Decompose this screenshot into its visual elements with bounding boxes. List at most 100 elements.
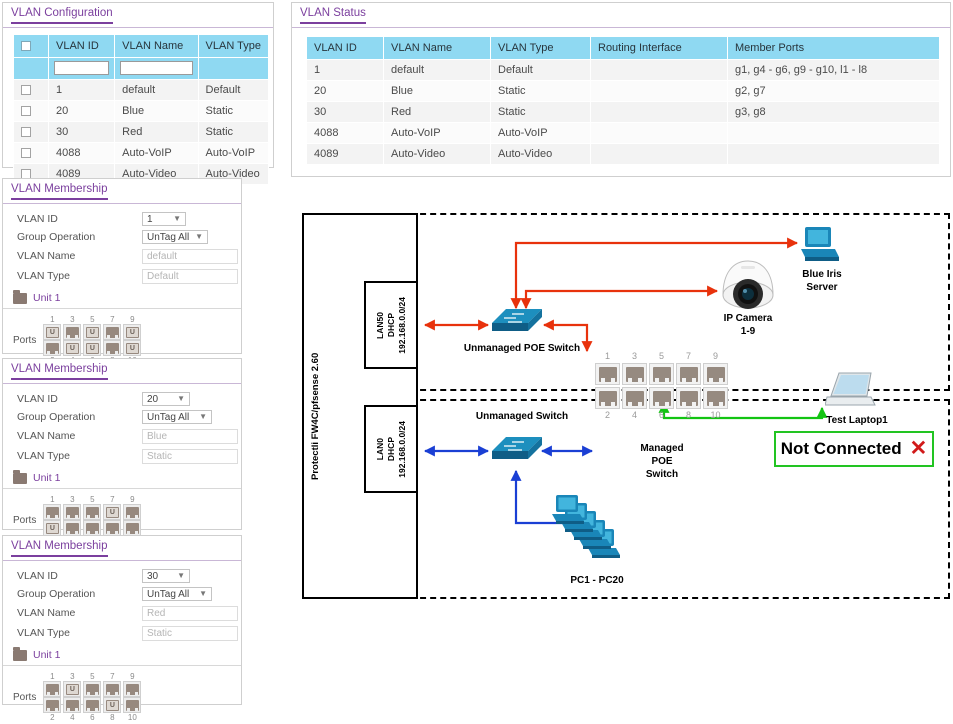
port-cell[interactable]: U bbox=[63, 340, 82, 356]
managed-port-cell[interactable] bbox=[649, 363, 674, 385]
row-checkbox-cell[interactable] bbox=[13, 120, 49, 143]
header-vlan-name[interactable]: VLAN Name bbox=[383, 36, 491, 60]
select-all-checkbox[interactable] bbox=[21, 41, 31, 52]
header-routing-interface[interactable]: Routing Interface bbox=[590, 36, 728, 60]
header-vlan-id[interactable]: VLAN ID bbox=[47, 34, 116, 58]
header-member-ports[interactable]: Member Ports bbox=[727, 36, 940, 60]
port-cell[interactable]: U bbox=[83, 324, 102, 340]
port-cell[interactable] bbox=[103, 324, 122, 340]
row-checkbox-cell[interactable] bbox=[13, 141, 49, 164]
managed-port-cell[interactable] bbox=[649, 387, 674, 409]
port-number: 2 bbox=[604, 410, 610, 420]
port-cell[interactable] bbox=[103, 520, 122, 536]
port-cell[interactable]: U bbox=[103, 504, 122, 520]
port-number-row-top: 1 3 5 7 9 bbox=[42, 672, 142, 681]
port-cell[interactable] bbox=[43, 340, 62, 356]
table-row[interactable]: 1 default Default bbox=[13, 78, 270, 101]
port-cell[interactable] bbox=[83, 520, 102, 536]
unit-row[interactable]: Unit 1 bbox=[3, 286, 241, 309]
vlan-name-value: Red bbox=[147, 607, 166, 619]
vlan-type-field[interactable]: Default bbox=[142, 268, 238, 284]
table-row: 30 Red Static g3, g8 bbox=[306, 101, 940, 123]
select-all-header[interactable] bbox=[13, 34, 49, 58]
managed-port-cell[interactable] bbox=[676, 387, 701, 409]
port-cell[interactable] bbox=[123, 504, 142, 520]
port-cell[interactable]: U bbox=[123, 324, 142, 340]
port-cell[interactable]: U bbox=[123, 340, 142, 356]
port-cell[interactable] bbox=[83, 504, 102, 520]
chevron-down-icon: ▼ bbox=[195, 232, 203, 241]
port-number: 9 bbox=[130, 315, 135, 324]
port-cell[interactable] bbox=[83, 697, 102, 713]
row-checkbox-cell[interactable] bbox=[13, 99, 49, 122]
managed-port-cell[interactable] bbox=[703, 363, 728, 385]
row-checkbox[interactable] bbox=[21, 84, 31, 95]
port-row-bottom: U U U bbox=[42, 340, 142, 356]
unit-row[interactable]: Unit 1 bbox=[3, 643, 241, 666]
port-cell[interactable] bbox=[43, 681, 62, 697]
port-cell[interactable]: U bbox=[43, 324, 62, 340]
port-cell[interactable] bbox=[43, 697, 62, 713]
port-number: 9 bbox=[130, 672, 135, 681]
managed-switch-label-1: Managed bbox=[640, 443, 684, 454]
filter-vlan-id-input[interactable] bbox=[54, 61, 110, 75]
port-jack-icon bbox=[65, 506, 79, 518]
managed-port-cell[interactable] bbox=[622, 363, 647, 385]
vlan-type-field[interactable]: Static bbox=[142, 625, 238, 641]
port-cell[interactable] bbox=[103, 340, 122, 356]
port-cell[interactable] bbox=[123, 520, 142, 536]
port-cell[interactable] bbox=[63, 324, 82, 340]
port-jack-icon bbox=[679, 390, 698, 406]
managed-port-cell[interactable] bbox=[595, 387, 620, 409]
port-cell[interactable] bbox=[63, 520, 82, 536]
port-cell[interactable] bbox=[123, 697, 142, 713]
port-number-row-top: 1 3 5 7 9 bbox=[42, 315, 142, 324]
port-cell[interactable] bbox=[103, 681, 122, 697]
group-operation-select[interactable]: UnTag All ▼ bbox=[142, 230, 208, 244]
row-checkbox[interactable] bbox=[21, 147, 31, 158]
port-cell[interactable] bbox=[123, 681, 142, 697]
filter-cell-vlan-id[interactable] bbox=[47, 57, 116, 80]
header-vlan-type[interactable]: VLAN Type bbox=[490, 36, 591, 60]
vlan-id-select[interactable]: 20 ▼ bbox=[142, 392, 190, 406]
vlan-type-value: Default bbox=[147, 270, 179, 282]
table-row[interactable]: 20 Blue Static bbox=[13, 99, 270, 122]
row-checkbox[interactable] bbox=[21, 126, 31, 137]
pc-stack-icon bbox=[552, 495, 620, 558]
header-vlan-name[interactable]: VLAN Name bbox=[114, 34, 199, 58]
port-cell[interactable] bbox=[63, 697, 82, 713]
port-number: 3 bbox=[70, 495, 75, 504]
filter-cell-vlan-name[interactable] bbox=[114, 57, 199, 80]
table-row[interactable]: 30 Red Static bbox=[13, 120, 270, 143]
table-header-row: VLAN ID VLAN Name VLAN Type Routing Inte… bbox=[306, 36, 940, 60]
filter-vlan-name-input[interactable] bbox=[120, 61, 193, 75]
managed-port-cell[interactable] bbox=[676, 363, 701, 385]
port-cell[interactable] bbox=[63, 504, 82, 520]
managed-port-cell[interactable] bbox=[595, 363, 620, 385]
port-cell[interactable]: U bbox=[63, 681, 82, 697]
header-vlan-id[interactable]: VLAN ID bbox=[306, 36, 384, 60]
port-cell[interactable] bbox=[43, 504, 62, 520]
row-checkbox[interactable] bbox=[21, 105, 31, 116]
port-number: 3 bbox=[70, 315, 75, 324]
row-checkbox-cell[interactable] bbox=[13, 78, 49, 101]
port-number: 1 bbox=[50, 315, 55, 324]
port-jack-icon bbox=[105, 326, 119, 338]
vlan-name-field[interactable]: default bbox=[142, 248, 238, 264]
port-cell[interactable]: U bbox=[43, 520, 62, 536]
managed-port-cell[interactable] bbox=[703, 387, 728, 409]
vlan-name-field[interactable]: Red bbox=[142, 605, 238, 621]
unit-row[interactable]: Unit 1 bbox=[3, 466, 241, 489]
group-operation-select[interactable]: UnTag All ▼ bbox=[142, 410, 212, 424]
port-cell[interactable]: U bbox=[103, 697, 122, 713]
managed-port-cell[interactable] bbox=[622, 387, 647, 409]
vlan-name-field[interactable]: Blue bbox=[142, 428, 238, 444]
port-cell[interactable]: U bbox=[83, 340, 102, 356]
vlan-id-select[interactable]: 1 ▼ bbox=[142, 212, 186, 226]
group-operation-select[interactable]: UnTag All ▼ bbox=[142, 587, 212, 601]
header-vlan-type[interactable]: VLAN Type bbox=[197, 34, 270, 58]
table-row[interactable]: 4088 Auto-VoIP Auto-VoIP bbox=[13, 141, 270, 164]
vlan-type-field[interactable]: Static bbox=[142, 448, 238, 464]
port-cell[interactable] bbox=[83, 681, 102, 697]
vlan-id-select[interactable]: 30 ▼ bbox=[142, 569, 190, 583]
